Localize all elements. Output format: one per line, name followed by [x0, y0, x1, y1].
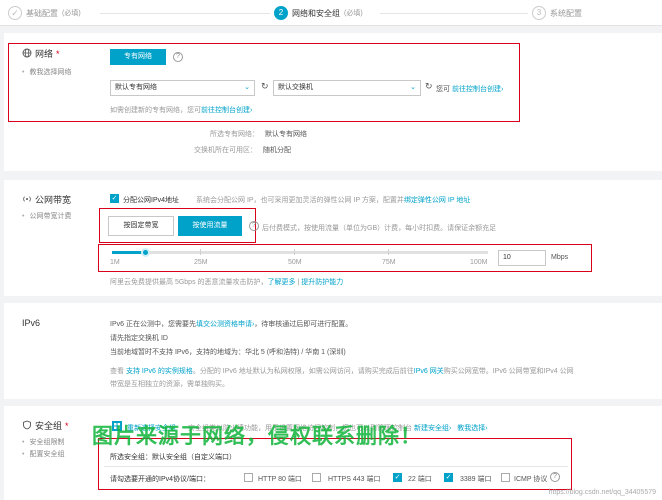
step-sub: (必填) [344, 10, 363, 17]
zone-info: 交换机所在可用区： 随机分配 [194, 147, 291, 154]
ipv6-line-2: 请先指定交换机 ID [110, 335, 168, 342]
security-limit-help[interactable]: 安全组限制 [22, 437, 64, 447]
assign-desc: 系统会分配公网 IP，也可采用更加灵活的弹性公网 IP 方案，配置并绑定弹性公网… [196, 197, 471, 204]
teach-me-link[interactable]: 教我选择› [457, 425, 487, 432]
step-connector [380, 13, 528, 14]
wifi-icon [22, 194, 32, 206]
https-443-checkbox[interactable] [312, 473, 321, 482]
step-sub: (必填) [62, 10, 81, 17]
tick-mark [200, 249, 201, 255]
bandwidth-slider-track[interactable] [112, 251, 488, 254]
ddos-info: 阿里云免费提供最高 5Gbps 的恶意流量攻击防护，了解更多 | 提升防护能力 [110, 279, 344, 286]
security-config-help[interactable]: 配置安全组 [22, 449, 64, 459]
security-title: 安全组 * [22, 419, 69, 432]
ipv6-gateway-link[interactable]: IPv6 网关 [414, 368, 444, 375]
bandwidth-title: 公网带宽 [22, 193, 71, 206]
ipv6-title: IPv6 [22, 318, 41, 328]
step-label: 系统配置 [550, 8, 582, 18]
check-icon: ✓ [8, 6, 22, 20]
fixed-bandwidth-button[interactable]: 按固定带宽 [108, 216, 174, 236]
traffic-desc: 后付费模式，按使用流量（单位为GB）计费，每小时扣费。请保证余额充足 [262, 225, 497, 232]
port-label: 3389 端口 [460, 476, 492, 483]
step-connector [100, 13, 270, 14]
step-number: 3 [532, 6, 546, 20]
tick-label: 100M [470, 259, 488, 266]
help-icon[interactable]: ? [550, 472, 560, 482]
http-80-checkbox[interactable] [244, 473, 253, 482]
traffic-billing-button[interactable]: 按使用流量 [178, 216, 242, 236]
ipv6-spec-link[interactable]: 支持 IPv6 的实例规格 [126, 368, 193, 375]
selected-vpc: 所选专有网络： 默认专有网络 [210, 131, 307, 138]
tick-mark [388, 249, 389, 255]
assign-ipv4-checkbox[interactable]: ✓ [110, 194, 119, 203]
bandwidth-billing-help[interactable]: 公网带宽计费 [22, 211, 71, 221]
tick-label: 1M [110, 259, 120, 266]
port-label: ICMP 协议 [514, 476, 548, 483]
ipv6-line-3: 当前地域暂时不支持 IPv6，支持的地域为：华北 5 (呼和浩特) / 华南 1… [110, 349, 346, 356]
assign-ipv4-label: 分配公网IPv4地址 [123, 197, 180, 204]
step-basic[interactable]: ✓ 基础配置 (必填) [8, 6, 81, 20]
eip-link[interactable]: 绑定弹性公网 IP 地址 [404, 197, 470, 204]
port-label: HTTP 80 端口 [258, 476, 302, 483]
step-label: 基础配置 [26, 8, 58, 18]
ipv6-line-1: IPv6 正在公测中，您需要先填交公测资格申请›，待审核通过后即可进行配置。 [110, 321, 353, 328]
watermark: 图片来源于网络，侵权联系删除！ [92, 425, 422, 448]
ports-label: 请勾选要开通的IPv4协议/端口： [110, 476, 210, 483]
ipv6-apply-link[interactable]: 填交公测资格申请› [196, 321, 254, 328]
highlight-box [8, 43, 520, 122]
divider [104, 466, 568, 467]
tick-mark [294, 249, 295, 255]
ipv6-line-5: 带宽是互相独立的资源，需单独购买。 [110, 381, 229, 388]
source-credit: https://blog.csdn.net/qq_34405579 [548, 489, 656, 496]
port-22-checkbox[interactable]: ✓ [393, 473, 402, 482]
bandwidth-unit: Mbps [551, 254, 569, 261]
shield-icon [22, 420, 32, 432]
bandwidth-slider-handle[interactable] [141, 248, 150, 257]
icmp-checkbox[interactable] [501, 473, 510, 482]
selected-security-group: 所选安全组：默认安全组（自定义端口） [110, 454, 236, 461]
port-label: HTTPS 443 端口 [328, 476, 381, 483]
tick-label: 75M [382, 259, 396, 266]
ipv6-line-4: 查看 支持 IPv6 的实例规格。分配的 IPv6 地址默认为私网权限，如需公网… [110, 368, 574, 375]
protection-link[interactable]: 提升防护能力 [301, 279, 343, 286]
tick-label: 50M [288, 259, 302, 266]
port-label: 22 端口 [408, 476, 432, 483]
step-label: 网络和安全组 [292, 8, 340, 18]
step-number: 2 [274, 6, 288, 20]
step-network[interactable]: 2 网络和安全组 (必填) [274, 6, 363, 20]
learn-more-link[interactable]: 了解更多 [268, 279, 296, 286]
steps-header: ✓ 基础配置 (必填) 2 网络和安全组 (必填) 3 系统配置 [0, 0, 662, 26]
port-3389-checkbox[interactable]: ✓ [444, 473, 453, 482]
step-system[interactable]: 3 系统配置 [532, 6, 582, 20]
tick-label: 25M [194, 259, 208, 266]
bandwidth-value-input[interactable]: 10 [498, 250, 546, 266]
help-icon[interactable]: ? [249, 221, 259, 231]
